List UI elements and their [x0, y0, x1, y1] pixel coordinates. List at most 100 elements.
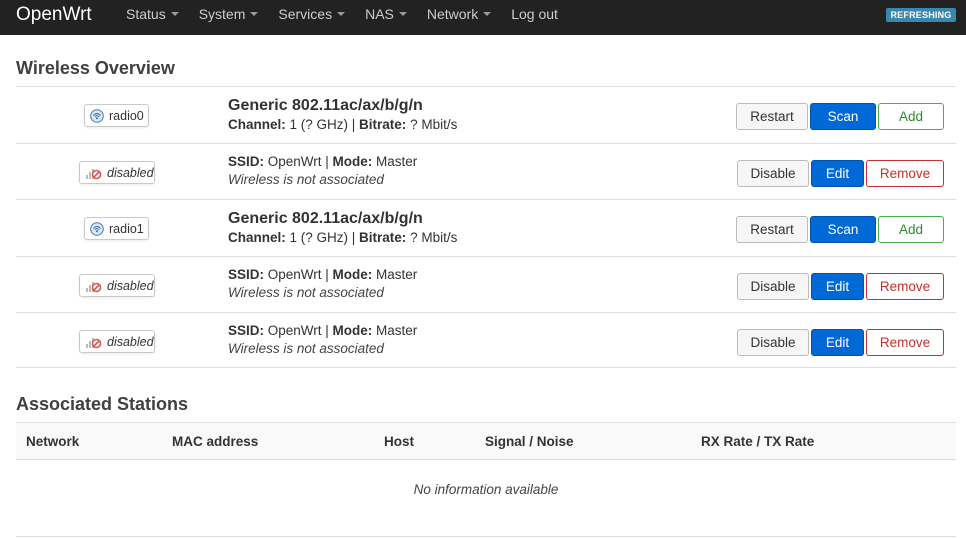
mode-value: Master: [372, 267, 418, 282]
radio-description: Generic 802.11ac/ax/b/g/n Channel: 1 (? …: [228, 96, 457, 134]
column-signal-noise[interactable]: Signal / Noise: [485, 434, 574, 449]
association-status: Wireless is not associated: [228, 341, 384, 356]
radio-description: Generic 802.11ac/ax/b/g/n Channel: 1 (? …: [228, 209, 457, 247]
edit-button[interactable]: Edit: [811, 160, 864, 187]
edit-button[interactable]: Edit: [811, 273, 864, 300]
network-description: SSID: OpenWrt | Mode: Master Wireless is…: [228, 153, 417, 189]
scan-button[interactable]: Scan: [810, 216, 876, 243]
network-status-badge: disabled: [79, 161, 155, 184]
caret-down-icon: [250, 12, 259, 17]
associated-stations-title: Associated Stations: [16, 394, 189, 414]
caret-down-icon: [483, 12, 492, 17]
brand-logo[interactable]: OpenWrt: [16, 3, 92, 27]
channel-label: Channel:: [228, 117, 286, 132]
radio-badge: radio0: [84, 104, 149, 127]
radio-device-name: Generic 802.11ac/ax/b/g/n: [228, 210, 423, 227]
network-description: SSID: OpenWrt | Mode: Master Wireless is…: [228, 322, 417, 358]
radio-row: radio0 Generic 802.11ac/ax/b/g/n Channel…: [16, 86, 956, 143]
radio-row: radio1 Generic 802.11ac/ax/b/g/n Channel…: [16, 199, 956, 256]
ssid-label: SSID:: [228, 323, 265, 338]
caret-down-icon: [170, 12, 179, 17]
stations-bottom-divider: [16, 536, 956, 537]
menu-status-label: Status: [126, 6, 166, 22]
bitrate-label: Bitrate:: [359, 117, 407, 132]
add-button[interactable]: Add: [878, 103, 944, 130]
network-status-badge: disabled: [79, 330, 155, 353]
network-row: disabled SSID: OpenWrt | Mode: Master Wi…: [16, 312, 956, 368]
mode-value: Master: [372, 154, 418, 169]
signal-disabled-icon: [86, 168, 102, 179]
column-network[interactable]: Network: [26, 434, 79, 449]
menu-network[interactable]: Network: [426, 0, 492, 35]
menu-network-label: Network: [426, 6, 479, 22]
remove-button[interactable]: Remove: [866, 329, 944, 356]
mode-value: Master: [372, 323, 418, 338]
radio-badge: radio1: [84, 217, 149, 240]
association-status: Wireless is not associated: [228, 285, 384, 300]
ssid-value: OpenWrt |: [264, 267, 333, 282]
scan-button[interactable]: Scan: [810, 103, 876, 130]
channel-value: 1 (? GHz) |: [285, 117, 360, 132]
mode-label: Mode:: [332, 267, 373, 282]
radio-device-name: Generic 802.11ac/ax/b/g/n: [228, 97, 423, 114]
menu-nas-label: NAS: [365, 6, 394, 22]
network-actions: Disable Edit Remove: [735, 273, 944, 300]
stations-table-header: Network MAC address Host Signal / Noise …: [16, 422, 956, 460]
column-mac-address[interactable]: MAC address: [172, 434, 258, 449]
caret-down-icon: [398, 12, 407, 17]
network-status-badge: disabled: [79, 274, 155, 297]
remove-button[interactable]: Remove: [866, 273, 944, 300]
channel-value: 1 (? GHz) |: [285, 230, 360, 245]
network-actions: Disable Edit Remove: [735, 160, 944, 187]
mode-label: Mode:: [332, 154, 373, 169]
menu-nas[interactable]: NAS: [365, 0, 407, 35]
wifi-radio-icon: [90, 108, 104, 123]
radio-actions: Restart Scan Add: [734, 216, 944, 243]
ssid-label: SSID:: [228, 267, 265, 282]
signal-disabled-icon: [86, 337, 102, 348]
network-status-label: disabled: [107, 278, 154, 293]
channel-label: Channel:: [228, 230, 286, 245]
radio-badge-label: radio0: [109, 108, 144, 123]
radio-actions: Restart Scan Add: [734, 103, 944, 130]
restart-button[interactable]: Restart: [736, 216, 808, 243]
caret-down-icon: [337, 12, 346, 17]
network-row: disabled SSID: OpenWrt | Mode: Master Wi…: [16, 256, 956, 312]
bitrate-value: ? Mbit/s: [406, 230, 458, 245]
column-host[interactable]: Host: [384, 434, 414, 449]
menu-services[interactable]: Services: [278, 0, 346, 35]
disable-button[interactable]: Disable: [737, 273, 809, 300]
top-navbar: OpenWrt Status System Services NAS Netwo…: [0, 0, 966, 35]
remove-button[interactable]: Remove: [866, 160, 944, 187]
menu-status[interactable]: Status: [126, 0, 179, 35]
menu-services-label: Services: [278, 6, 333, 22]
wireless-table: radio0 Generic 802.11ac/ax/b/g/n Channel…: [16, 86, 956, 368]
network-row: disabled SSID: OpenWrt | Mode: Master Wi…: [16, 143, 956, 199]
ssid-label: SSID:: [228, 154, 265, 169]
edit-button[interactable]: Edit: [811, 329, 864, 356]
stations-table: Network MAC address Host Signal / Noise …: [16, 422, 956, 460]
menu-system[interactable]: System: [199, 0, 259, 35]
mode-label: Mode:: [332, 323, 373, 338]
ssid-value: OpenWrt |: [264, 323, 333, 338]
network-status-label: disabled: [107, 334, 154, 349]
signal-disabled-icon: [86, 281, 102, 292]
add-button[interactable]: Add: [878, 216, 944, 243]
network-actions: Disable Edit Remove: [735, 329, 944, 356]
bitrate-value: ? Mbit/s: [406, 117, 458, 132]
menu-system-label: System: [198, 6, 246, 22]
disable-button[interactable]: Disable: [737, 329, 809, 356]
ssid-value: OpenWrt |: [264, 154, 333, 169]
refreshing-badge[interactable]: REFRESHING: [886, 8, 956, 22]
association-status: Wireless is not associated: [228, 172, 384, 187]
column-rx-tx-rate[interactable]: RX Rate / TX Rate: [701, 434, 814, 449]
radio-badge-label: radio1: [109, 221, 144, 236]
restart-button[interactable]: Restart: [736, 103, 808, 130]
bitrate-label: Bitrate:: [359, 230, 407, 245]
main-menu: Status System Services NAS Network Log o…: [126, 0, 578, 35]
stations-empty-message: No information available: [413, 482, 559, 497]
menu-logout[interactable]: Log out: [511, 0, 558, 35]
disable-button[interactable]: Disable: [737, 160, 809, 187]
network-description: SSID: OpenWrt | Mode: Master Wireless is…: [228, 266, 417, 302]
wifi-radio-icon: [90, 221, 104, 236]
